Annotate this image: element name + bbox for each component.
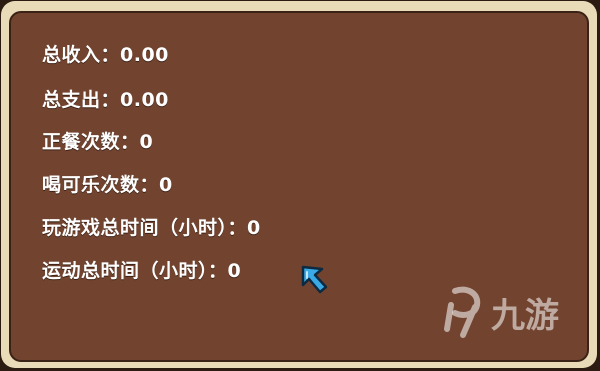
stat-meal-count: 正餐次数：0 (42, 127, 153, 154)
stat-label: 玩游戏总时间（小时）： (42, 217, 248, 239)
stat-label: 总收入： (42, 44, 121, 66)
stat-total-expense: 总支出：0.00 (42, 85, 169, 112)
arrow-cursor-icon (301, 265, 328, 294)
stat-exercise-time: 运动总时间（小时）：0 (42, 256, 241, 283)
stat-total-income: 总收入：0.00 (42, 40, 169, 67)
stat-cola-count: 喝可乐次数：0 (42, 170, 173, 197)
stat-value: 0 (227, 260, 242, 282)
stat-label: 运动总时间（小时）： (42, 260, 228, 282)
stat-label: 喝可乐次数： (42, 174, 160, 196)
stat-value: 0.00 (120, 89, 169, 111)
stat-label: 总支出： (42, 89, 121, 111)
stat-value: 0.00 (120, 44, 169, 66)
stat-value: 0 (139, 131, 154, 153)
stat-gaming-time: 玩游戏总时间（小时）：0 (42, 213, 261, 240)
stat-label: 正餐次数： (42, 131, 140, 153)
stat-value: 0 (159, 174, 173, 196)
stat-value: 0 (247, 217, 261, 239)
watermark-text: 九游 (491, 296, 559, 336)
game-screen: 总收入：0.00 总支出：0.00 正餐次数：0 喝可乐次数：0 玩游戏总时间（… (0, 0, 600, 371)
